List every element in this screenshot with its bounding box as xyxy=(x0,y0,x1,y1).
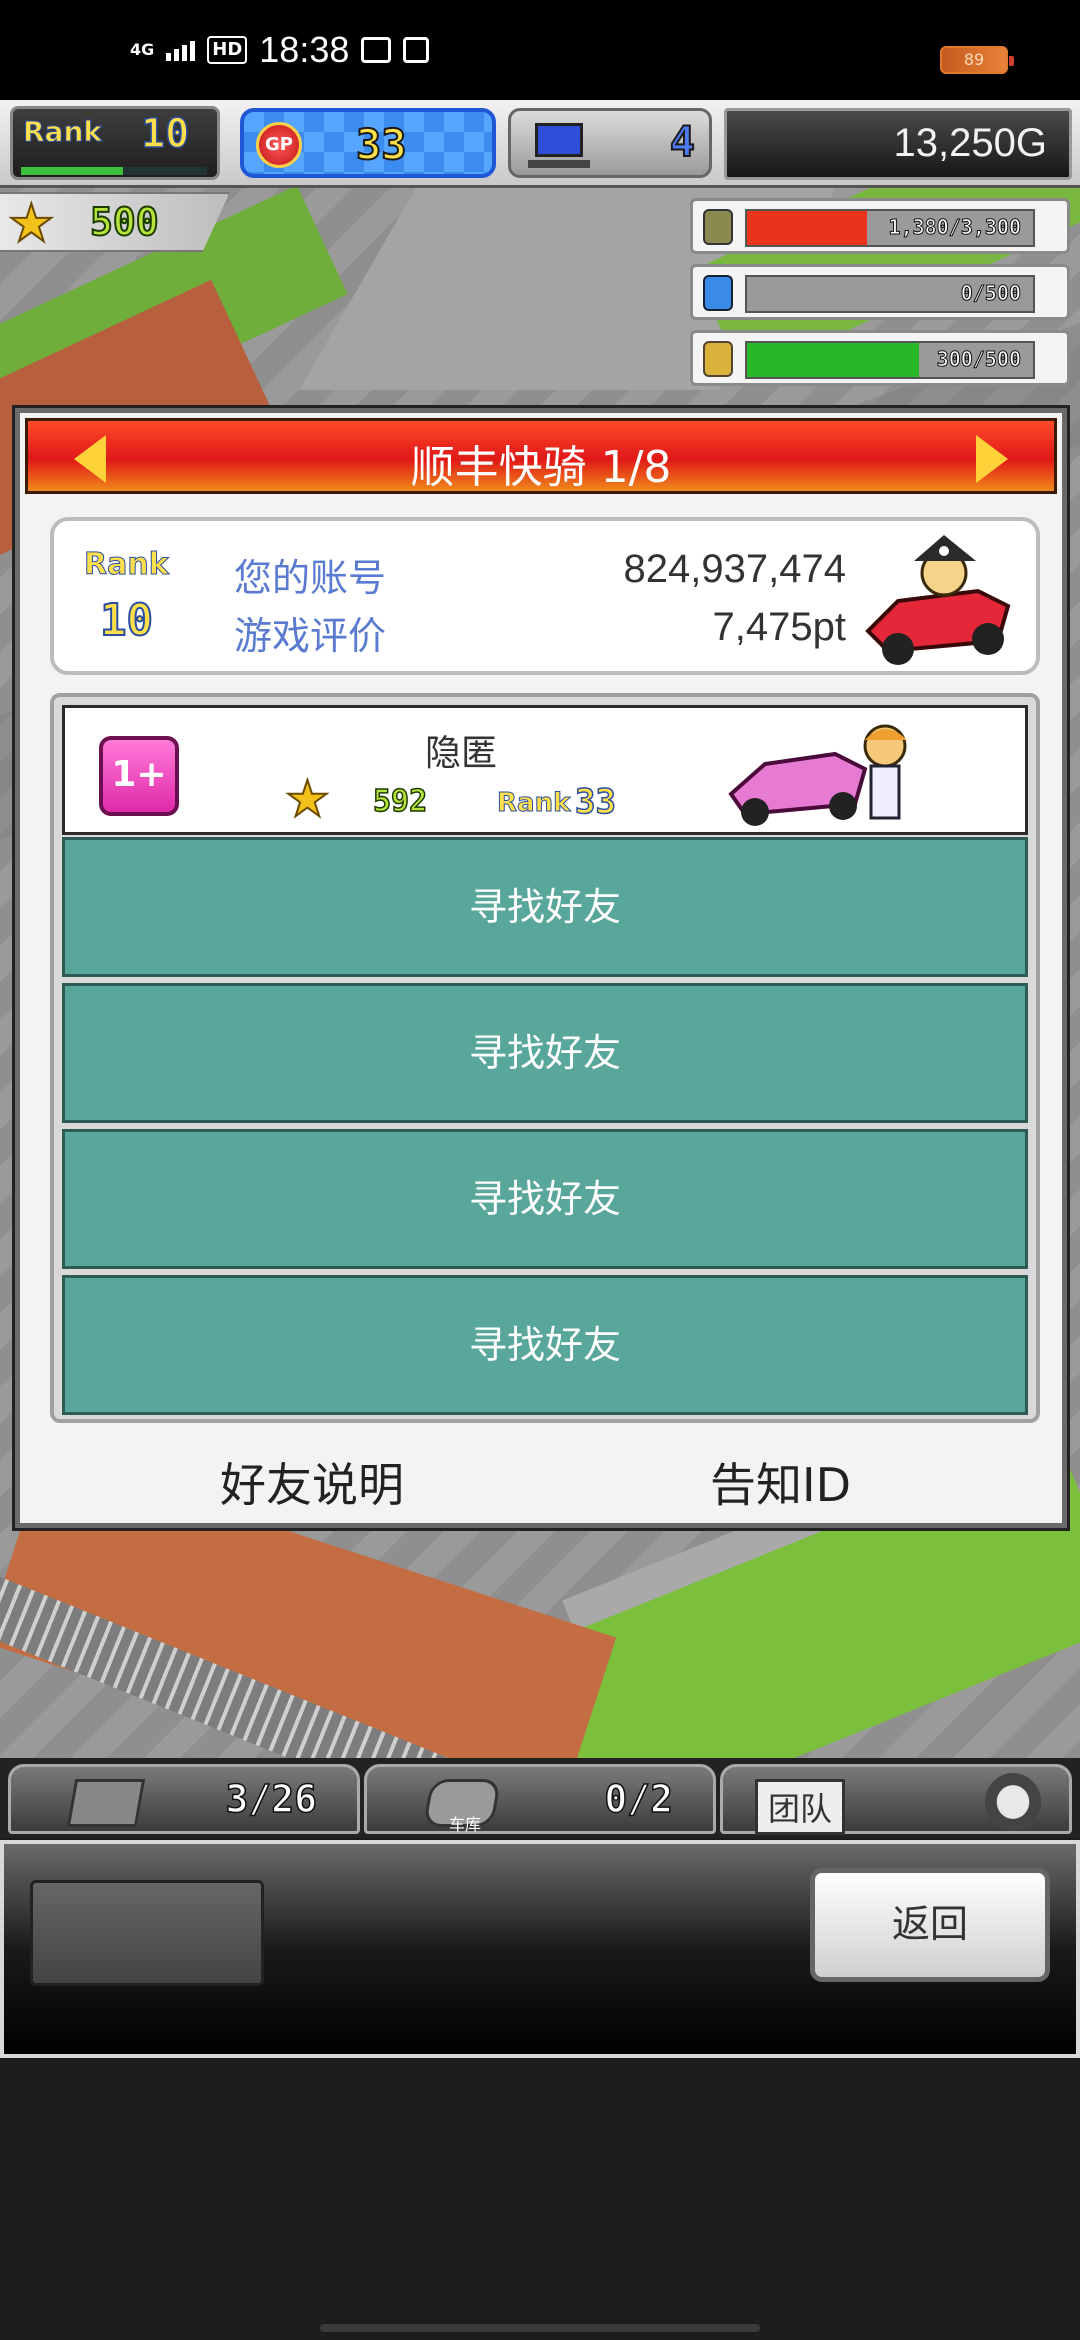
battery-icon: 89 xyxy=(940,46,1014,74)
rank-label: Rank xyxy=(22,115,103,149)
fuel-icon xyxy=(703,275,733,311)
storage-count: 3/26 xyxy=(225,1776,318,1822)
find-friend-button[interactable]: 寻找好友 xyxy=(62,983,1028,1123)
account-id-label: 您的账号 xyxy=(234,556,387,600)
friends-dialog: 顺丰快骑 1/8 Rank 10 您的账号 824,937,474 游戏评价 7… xyxy=(15,408,1067,1528)
friend-help-button[interactable]: 好友说明 xyxy=(220,1449,404,1515)
back-button[interactable]: 返回 xyxy=(810,1868,1050,1982)
gp-value: 33 xyxy=(355,119,408,170)
storage-box-icon xyxy=(66,1779,146,1827)
bottom-panel: 返回 xyxy=(0,1840,1080,2058)
grain-icon xyxy=(703,341,733,377)
resource-coins[interactable]: 1,380/3,300 xyxy=(690,198,1070,254)
signal-icon xyxy=(166,39,196,61)
friend-entry[interactable]: 1+ 隐匿 ★ 592 Rank 33 xyxy=(62,705,1028,835)
computer-icon xyxy=(528,123,590,168)
friend-rank-value: 33 xyxy=(574,781,616,823)
friend-level-badge: 1+ xyxy=(99,736,179,816)
empty-slot xyxy=(30,1880,264,1986)
money-value: 13,250G xyxy=(893,121,1047,165)
coins-value: 1,380/3,300 xyxy=(888,215,1021,240)
rank-value: 10 xyxy=(140,110,190,158)
star-icon: ★ xyxy=(284,770,331,828)
pc-value: 4 xyxy=(669,116,696,167)
status-bar: 4G HD 18:38 89 xyxy=(0,0,1080,100)
account-rank-label: Rank xyxy=(84,547,170,583)
network-type: 4G xyxy=(130,40,155,59)
resource-grain[interactable]: 300/500 xyxy=(690,330,1070,386)
tab-team[interactable]: 团队 xyxy=(720,1764,1072,1835)
resource-fuel[interactable]: 0/500 xyxy=(690,264,1070,320)
garage-label: 车库 xyxy=(449,1815,482,1834)
game-score-label: 游戏评价 xyxy=(234,614,387,658)
fuel-value: 0/500 xyxy=(960,281,1021,306)
star-icon: ★ xyxy=(7,194,56,254)
find-friend-button[interactable]: 寻找好友 xyxy=(62,1129,1028,1269)
friend-rank-label: Rank xyxy=(496,788,571,819)
player-rank[interactable]: Rank 10 xyxy=(10,106,220,180)
top-hud: Rank 10 GP 33 4 13,250G xyxy=(0,100,1080,188)
team-member-icon xyxy=(985,1773,1041,1831)
home-indicator[interactable] xyxy=(320,2324,760,2332)
gp-coin-icon: GP xyxy=(256,122,302,168)
tab-garage[interactable]: 车库 0/2 xyxy=(364,1764,716,1834)
friend-name: 隐匿 xyxy=(425,733,498,774)
coins-icon xyxy=(703,209,733,245)
account-card: Rank 10 您的账号 824,937,474 游戏评价 7,475pt xyxy=(50,517,1040,675)
dialog-footer: 好友说明 告知ID xyxy=(20,1443,1062,1513)
share-id-button[interactable]: 告知ID xyxy=(710,1449,851,1515)
pc-counter[interactable]: 4 xyxy=(508,108,712,178)
hd-icon: HD xyxy=(207,36,248,64)
account-rank-value: 10 xyxy=(99,594,154,647)
friends-list: 1+ 隐匿 ★ 592 Rank 33 寻找好友 寻找好友 寻找好友 寻找好友 xyxy=(50,693,1040,1423)
money-display[interactable]: 13,250G xyxy=(724,108,1072,180)
next-arrow-icon[interactable] xyxy=(976,435,1008,483)
player-racecar-avatar xyxy=(865,535,1011,665)
rank-progress-bar xyxy=(21,167,207,175)
star-value: 500 xyxy=(89,199,160,245)
tab-storage[interactable]: 3/26 xyxy=(8,1764,360,1834)
team-label: 团队 xyxy=(755,1779,846,1835)
dialog-title: 顺丰快骑 1/8 xyxy=(410,442,672,493)
find-friend-button[interactable]: 寻找好友 xyxy=(62,837,1028,977)
friend-racecar-avatar xyxy=(728,724,907,826)
friend-stars: 592 xyxy=(372,783,428,820)
find-friend-button[interactable]: 寻找好友 xyxy=(62,1275,1028,1415)
grain-value: 300/500 xyxy=(936,347,1021,372)
bottom-tabs: 3/26 车库 0/2 团队 xyxy=(0,1758,1080,1838)
garage-count: 0/2 xyxy=(604,1776,674,1822)
dialog-header: 顺丰快骑 1/8 xyxy=(25,418,1057,494)
clock: 18:38 xyxy=(259,29,350,70)
system-nav-area xyxy=(0,2058,1080,2340)
game-score-value: 7,475pt xyxy=(712,605,846,649)
account-id-value: 824,937,474 xyxy=(623,547,846,591)
star-counter[interactable]: ★ 500 xyxy=(0,192,230,252)
app-notification-icon xyxy=(403,37,430,63)
gp-counter[interactable]: GP 33 xyxy=(240,108,496,178)
notification-icon xyxy=(361,37,392,63)
